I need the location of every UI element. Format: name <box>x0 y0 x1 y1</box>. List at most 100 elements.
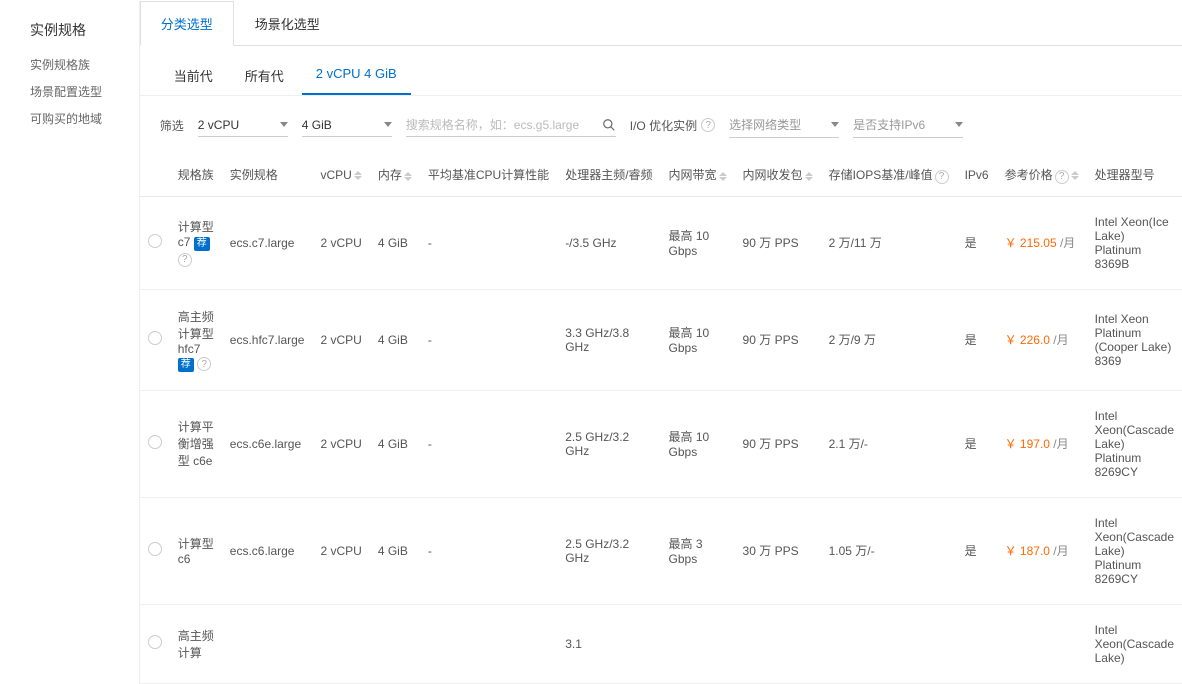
cell-price: ￥ 187.0 /月 <box>997 497 1087 604</box>
type-tabs: 分类选型 场景化选型 <box>140 0 1182 46</box>
cell-ipv6: 是 <box>957 497 997 604</box>
cell-family: 计算型 c6 <box>170 497 222 604</box>
col-bw[interactable]: 内网带宽 <box>661 154 735 196</box>
caret-down-icon <box>831 122 839 127</box>
cell-vcpu <box>312 604 369 683</box>
help-icon[interactable]: ? <box>1055 170 1069 184</box>
col-spec: 实例规格 <box>222 154 313 196</box>
cell-vcpu: 2 vCPU <box>312 196 369 289</box>
cell-pps: 30 万 PPS <box>735 497 821 604</box>
cell-clock: 3.3 GHz/3.8 GHz <box>557 289 660 390</box>
sort-icon <box>1071 171 1079 180</box>
cell-price: ￥ 226.0 /月 <box>997 289 1087 390</box>
col-price[interactable]: 参考价格? <box>997 154 1087 196</box>
cell-price: ￥ 197.0 /月 <box>997 390 1087 497</box>
table-row[interactable]: 计算平衡增强型 c6e ecs.c6e.large 2 vCPU 4 GiB -… <box>140 390 1182 497</box>
recommend-badge: 荐 <box>178 358 194 372</box>
filter-bar: 筛选 2 vCPU 4 GiB I/O 优化实例 ? 选择网络类型 <box>140 96 1182 154</box>
cell-cpu: Intel Xeon(Ice Lake) Platinum 8369B <box>1087 196 1182 289</box>
filter-vcpu[interactable]: 2 vCPU <box>198 114 288 137</box>
sidebar-item-family[interactable]: 实例规格族 <box>30 56 139 73</box>
col-clock: 处理器主频/睿频 <box>557 154 660 196</box>
row-radio[interactable] <box>148 435 162 449</box>
cell-iops: 1.05 万/- <box>821 497 957 604</box>
row-radio[interactable] <box>148 635 162 649</box>
cell-iops: 2.1 万/- <box>821 390 957 497</box>
table-row[interactable]: 计算型 c6 ecs.c6.large 2 vCPU 4 GiB - 2.5 G… <box>140 497 1182 604</box>
search-icon <box>602 118 616 132</box>
row-radio[interactable] <box>148 331 162 345</box>
sidebar-title: 实例规格 <box>30 20 139 40</box>
col-avgcpu: 平均基准CPU计算性能 <box>420 154 557 196</box>
cell-mem: 4 GiB <box>370 497 420 604</box>
sort-icon <box>354 171 362 180</box>
cell-family: 计算型 c7 荐 ? <box>170 196 222 289</box>
cell-avgcpu: - <box>420 289 557 390</box>
caret-down-icon <box>384 122 392 127</box>
row-radio[interactable] <box>148 542 162 556</box>
search-field[interactable] <box>406 114 616 137</box>
instance-table: 规格族 实例规格 vCPU 内存 平均基准CPU计算性能 处理器主频/睿频 内网… <box>140 154 1182 684</box>
cell-vcpu: 2 vCPU <box>312 497 369 604</box>
cell-family: 高主频计算型 hfc7 荐 ? <box>170 289 222 390</box>
help-icon[interactable]: ? <box>935 170 949 184</box>
filter-ipv6[interactable]: 是否支持IPv6 <box>853 112 963 138</box>
col-mem[interactable]: 内存 <box>370 154 420 196</box>
subtab-2vcpu4gib[interactable]: 2 vCPU 4 GiB <box>302 60 411 95</box>
subtab-all[interactable]: 所有代 <box>231 60 298 95</box>
row-radio[interactable] <box>148 234 162 248</box>
filter-memory[interactable]: 4 GiB <box>302 114 392 137</box>
filter-ipv6-value: 是否支持IPv6 <box>853 116 925 133</box>
generation-tabs: 当前代 所有代 2 vCPU 4 GiB <box>140 46 1182 96</box>
search-input[interactable] <box>406 118 602 132</box>
tab-category[interactable]: 分类选型 <box>140 1 234 46</box>
filter-label: 筛选 <box>160 117 184 134</box>
subtab-current[interactable]: 当前代 <box>160 60 227 95</box>
cell-family: 高主频计算 <box>170 604 222 683</box>
caret-down-icon <box>280 122 288 127</box>
table-row[interactable]: 高主频计算型 hfc7 荐 ? ecs.hfc7.large 2 vCPU 4 … <box>140 289 1182 390</box>
cell-iops: 2 万/11 万 <box>821 196 957 289</box>
cell-mem: 4 GiB <box>370 196 420 289</box>
sort-icon <box>805 172 813 181</box>
cell-family: 计算平衡增强型 c6e <box>170 390 222 497</box>
cell-spec: ecs.c6e.large <box>222 390 313 497</box>
table-row[interactable]: 计算型 c7 荐 ? ecs.c7.large 2 vCPU 4 GiB - -… <box>140 196 1182 289</box>
cell-vcpu: 2 vCPU <box>312 390 369 497</box>
filter-memory-value: 4 GiB <box>302 118 332 132</box>
help-icon[interactable]: ? <box>197 357 211 371</box>
sidebar: 实例规格 实例规格族 场景配置选型 可购买的地域 <box>0 0 139 684</box>
cell-bw: 最高 10 Gbps <box>661 196 735 289</box>
sidebar-item-region[interactable]: 可购买的地域 <box>30 110 139 127</box>
filter-network-type[interactable]: 选择网络类型 <box>729 112 839 138</box>
col-iops: 存储IOPS基准/峰值? <box>821 154 957 196</box>
col-pps[interactable]: 内网收发包 <box>735 154 821 196</box>
filter-network-value: 选择网络类型 <box>729 116 801 133</box>
help-icon[interactable]: ? <box>178 253 192 267</box>
main-panel: 分类选型 场景化选型 当前代 所有代 2 vCPU 4 GiB 筛选 2 vCP… <box>139 0 1182 684</box>
cell-bw: 最高 10 Gbps <box>661 289 735 390</box>
cell-pps <box>735 604 821 683</box>
cell-avgcpu: - <box>420 497 557 604</box>
col-family: 规格族 <box>170 154 222 196</box>
cell-cpu: Intel Xeon Platinum (Cooper Lake) 8369 <box>1087 289 1182 390</box>
cell-clock: 3.1 <box>557 604 660 683</box>
cell-bw <box>661 604 735 683</box>
tab-scenario[interactable]: 场景化选型 <box>234 1 341 46</box>
cell-mem <box>370 604 420 683</box>
sort-icon <box>719 172 727 181</box>
help-icon[interactable]: ? <box>701 118 715 132</box>
cell-mem: 4 GiB <box>370 289 420 390</box>
table-row[interactable]: 高主频计算 3.1 Intel Xeon(Cascade Lake) <box>140 604 1182 683</box>
col-ipv6: IPv6 <box>957 154 997 196</box>
cell-avgcpu <box>420 604 557 683</box>
col-vcpu[interactable]: vCPU <box>312 154 369 196</box>
cell-clock: 2.5 GHz/3.2 GHz <box>557 390 660 497</box>
recommend-badge: 荐 <box>194 237 210 251</box>
cell-cpu: Intel Xeon(Cascade Lake) Platinum 8269CY <box>1087 390 1182 497</box>
cell-pps: 90 万 PPS <box>735 390 821 497</box>
cell-avgcpu: - <box>420 196 557 289</box>
cell-ipv6 <box>957 604 997 683</box>
sidebar-item-scene[interactable]: 场景配置选型 <box>30 83 139 100</box>
io-optimized-label: I/O 优化实例 ? <box>630 117 715 134</box>
